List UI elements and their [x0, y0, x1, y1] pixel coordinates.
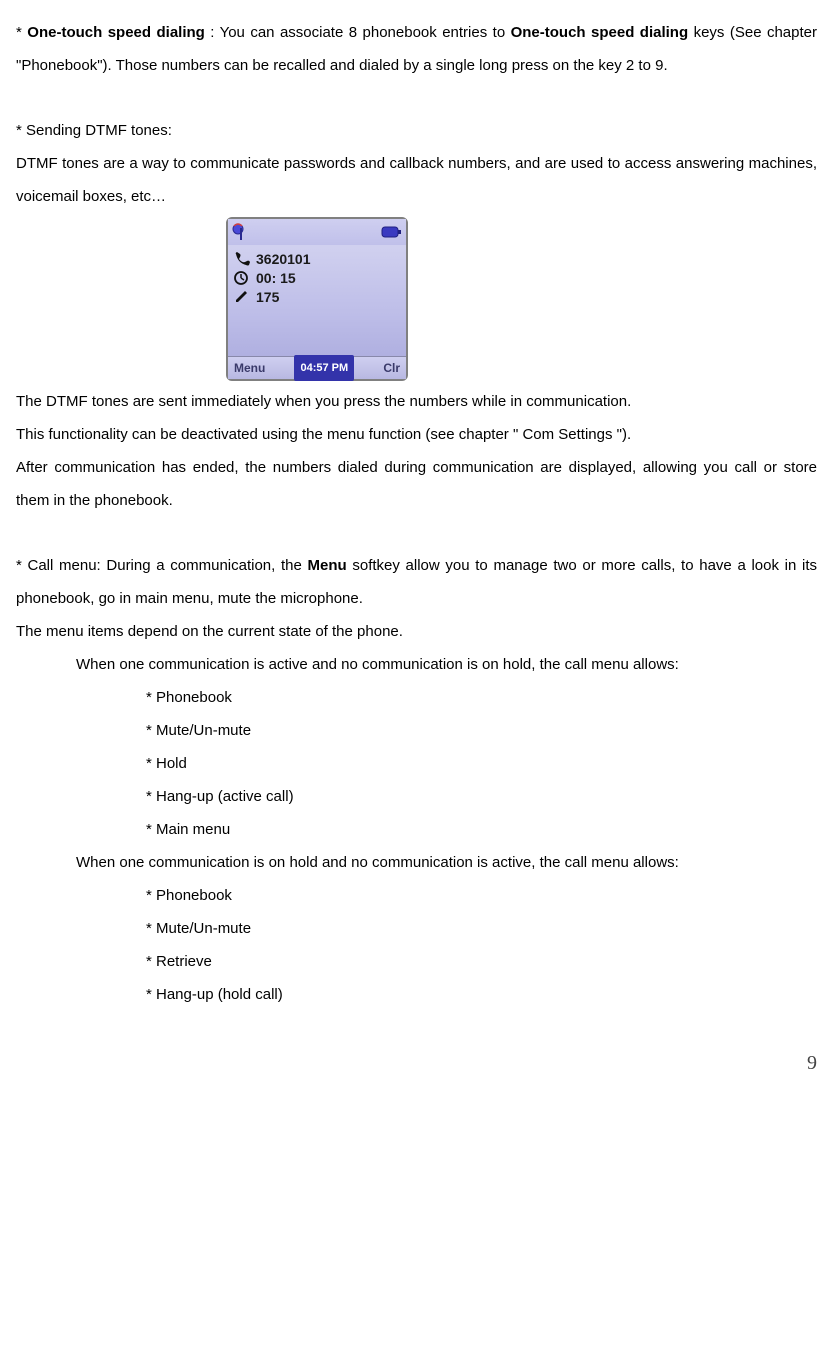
list-item: * Retrieve: [16, 945, 817, 978]
text: *: [16, 24, 27, 41]
softkey-right: Clr: [377, 355, 406, 381]
bold-text: Menu: [308, 557, 347, 574]
phone-duration: 00: 15: [256, 270, 296, 287]
case-hold-intro: When one communication is on hold and no…: [16, 846, 817, 879]
list-item: * Hang-up (hold call): [16, 978, 817, 1011]
text: * Call menu: During a communication, the: [16, 557, 308, 574]
battery-icon: [380, 225, 402, 239]
phone-number-row: 3620101: [234, 251, 400, 268]
list-item: * Hang-up (active call): [16, 780, 817, 813]
para-call-menu: * Call menu: During a communication, the…: [16, 549, 817, 615]
case-active-intro: When one communication is active and no …: [16, 648, 817, 681]
para-dtmf-after: After communication has ended, the numbe…: [16, 451, 817, 517]
phone-dtmf-digits: 175: [256, 289, 279, 306]
heading-dtmf: * Sending DTMF tones:: [16, 114, 817, 147]
para-menu-depends: The menu items depend on the current sta…: [16, 615, 817, 648]
para-dtmf-immediate: The DTMF tones are sent immediately when…: [16, 385, 817, 418]
page-number: 9: [16, 1041, 817, 1085]
list-item: * Hold: [16, 747, 817, 780]
phone-number: 3620101: [256, 251, 311, 268]
bold-text: One-touch speed dialing: [27, 24, 205, 41]
para-dtmf-desc: DTMF tones are a way to communicate pass…: [16, 147, 817, 213]
list-item: * Phonebook: [16, 879, 817, 912]
phone-body: 3620101 00: 15 175: [228, 245, 406, 356]
phone-softkey-bar: Menu 04:57 PM Clr: [228, 356, 406, 379]
pencil-icon: [234, 290, 250, 304]
phone-screen: 3620101 00: 15 175 Menu 04:57 PM Clr: [226, 217, 408, 381]
phone-screenshot: 3620101 00: 15 175 Menu 04:57 PM Clr: [16, 217, 817, 381]
para-dtmf-deactivate: This functionality can be deactivated us…: [16, 418, 817, 451]
phone-status-bar: [228, 219, 406, 245]
signal-icon: [232, 223, 252, 241]
list-item: * Main menu: [16, 813, 817, 846]
phone-duration-row: 00: 15: [234, 270, 400, 287]
text: : You can associate 8 phonebook entries …: [205, 24, 511, 41]
phone-dtmf-row: 175: [234, 289, 400, 306]
bold-text: One-touch speed dialing: [511, 24, 689, 41]
list-item: * Mute/Un-mute: [16, 714, 817, 747]
para-speed-dialing: * One-touch speed dialing : You can asso…: [16, 16, 817, 82]
handset-icon: [234, 252, 250, 266]
phone-clock: 04:57 PM: [294, 355, 354, 381]
softkey-left: Menu: [228, 355, 271, 381]
list-item: * Mute/Un-mute: [16, 912, 817, 945]
clock-icon: [234, 271, 250, 285]
list-item: * Phonebook: [16, 681, 817, 714]
